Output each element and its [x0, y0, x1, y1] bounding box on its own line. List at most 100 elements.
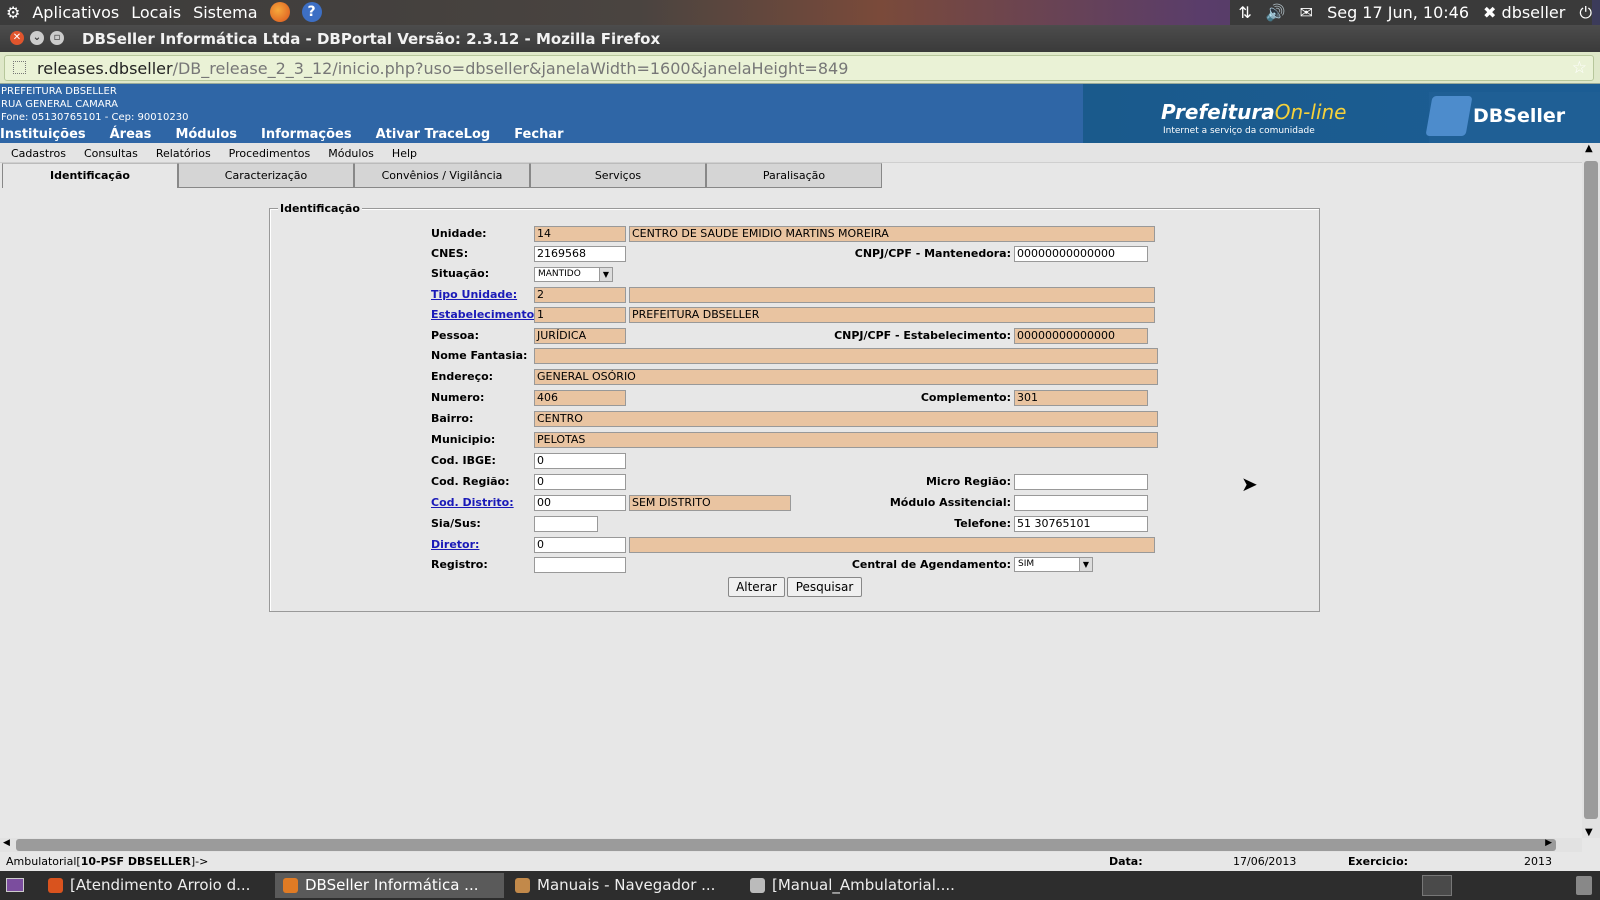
vertical-scroll-thumb[interactable]: [1584, 161, 1598, 819]
label-telefone: Telefone:: [954, 517, 1011, 530]
menu-fechar[interactable]: Fechar: [514, 127, 563, 142]
distrito-nome-field[interactable]: SEM DISTRITO: [629, 495, 791, 511]
menu-modulos[interactable]: Módulos: [175, 127, 237, 142]
submenu-modulos[interactable]: Módulos: [328, 147, 374, 160]
horizontal-scroll-thumb[interactable]: [16, 839, 1556, 851]
show-desktop-icon[interactable]: [6, 878, 24, 892]
mail-icon[interactable]: ✉: [1300, 3, 1313, 22]
chevron-down-icon: ▼: [599, 268, 612, 281]
unidade-field[interactable]: 14: [534, 226, 626, 242]
diretor-field[interactable]: 0: [534, 537, 626, 553]
label-cnes: CNES:: [431, 247, 469, 260]
situacao-select[interactable]: MANTIDO ▼: [534, 267, 613, 282]
municipio-field[interactable]: PELOTAS: [534, 432, 1158, 448]
mouse-cursor-icon: ➤: [1241, 472, 1258, 496]
menu-locais[interactable]: Locais: [131, 3, 181, 22]
menu-informacoes[interactable]: Informações: [261, 127, 352, 142]
endereco-field[interactable]: GENERAL OSÓRIO: [534, 369, 1158, 385]
pesquisar-button[interactable]: Pesquisar: [787, 577, 862, 597]
trash-icon[interactable]: [1576, 876, 1592, 895]
network-icon[interactable]: ⇅: [1238, 3, 1251, 22]
submenu-procedimentos[interactable]: Procedimentos: [229, 147, 311, 160]
complemento-field[interactable]: 301: [1014, 390, 1148, 406]
status-data-label: Data:: [1109, 855, 1143, 868]
tab-caracterizacao[interactable]: Caracterização: [178, 163, 354, 188]
modulo-assistencial-field[interactable]: [1014, 495, 1148, 511]
gnome-menu-icon[interactable]: ⚙: [6, 3, 20, 22]
diretor-nome-field[interactable]: [629, 537, 1155, 553]
task-manual-ambulatorial[interactable]: [Manual_Ambulatorial....: [742, 873, 982, 898]
task-manuais[interactable]: Manuais - Navegador ...: [507, 873, 739, 898]
dbseller-logo: DBSeller: [1425, 92, 1600, 143]
scroll-right-icon[interactable]: ▶: [1545, 838, 1552, 848]
cod-regiao-field[interactable]: 0: [534, 474, 626, 490]
url-field[interactable]: releases.dbseller/DB_release_2_3_12/inic…: [4, 55, 1594, 81]
registro-field[interactable]: [534, 557, 626, 573]
micro-regiao-field[interactable]: [1014, 474, 1148, 490]
estabelecimento-nome-field[interactable]: PREFEITURA DBSELLER: [629, 307, 1155, 323]
numero-field[interactable]: 406: [534, 390, 626, 406]
label-cnpj-mantenedora: CNPJ/CPF - Mantenedora:: [854, 247, 1011, 260]
scroll-left-icon[interactable]: ◀: [3, 838, 10, 848]
unidade-nome-field[interactable]: CENTRO DE SAUDE EMIDIO MARTINS MOREIRA: [629, 226, 1155, 242]
label-numero: Numero:: [431, 391, 485, 404]
sia-sus-field[interactable]: [534, 516, 598, 532]
window-title: DBSeller Informática Ltda - DBPortal Ver…: [82, 30, 661, 48]
firefox-launcher-icon[interactable]: [269, 2, 290, 22]
menu-aplicativos[interactable]: Aplicativos: [32, 3, 119, 22]
scroll-up-icon[interactable]: ▲: [1585, 143, 1593, 154]
user-menu[interactable]: ✖ dbseller: [1483, 3, 1565, 22]
tab-servicos[interactable]: Serviços: [530, 163, 706, 188]
menu-sistema[interactable]: Sistema: [193, 3, 257, 22]
top-panel: ⚙ Aplicativos Locais Sistema ? ⇅ 🔊 ✉ Seg…: [0, 0, 1600, 25]
label-central-agendamento: Central de Agendamento:: [851, 558, 1011, 571]
link-tipo-unidade[interactable]: Tipo Unidade:: [431, 288, 517, 301]
submenu-consultas[interactable]: Consultas: [84, 147, 138, 160]
power-icon[interactable]: ⏻: [1579, 3, 1592, 23]
cod-ibge-field[interactable]: 0: [534, 453, 626, 469]
menu-ativar-tracelog[interactable]: Ativar TraceLog: [376, 127, 491, 142]
alterar-button[interactable]: Alterar: [728, 577, 785, 597]
tab-convenios-vigilancia[interactable]: Convênios / Vigilância: [354, 163, 530, 188]
task-atendimento[interactable]: [Atendimento Arroio d...: [40, 873, 272, 898]
link-estabelecimento[interactable]: Estabelecimento:: [431, 308, 539, 321]
clock[interactable]: Seg 17 Jun, 10:46: [1327, 3, 1469, 22]
cod-distrito-field[interactable]: 00: [534, 495, 626, 511]
tray-firefox-icon[interactable]: [1422, 875, 1452, 896]
submenu-relatorios[interactable]: Relatórios: [156, 147, 211, 160]
horizontal-scrollbar[interactable]: ◀ ▶: [0, 838, 1582, 852]
nome-fantasia-field[interactable]: [534, 348, 1158, 364]
submenu-help[interactable]: Help: [392, 147, 417, 160]
maximize-window-icon[interactable]: ▫: [50, 31, 64, 45]
page-icon: [13, 61, 26, 74]
tipo-unidade-desc-field[interactable]: [629, 287, 1155, 303]
pessoa-field[interactable]: JURÍDICA: [534, 328, 626, 344]
volume-icon[interactable]: 🔊: [1266, 3, 1286, 22]
central-agendamento-select[interactable]: SIM ▼: [1014, 557, 1093, 572]
window-titlebar: ✕ ⌄ ▫ DBSeller Informática Ltda - DBPort…: [0, 25, 1600, 52]
close-window-icon[interactable]: ✕: [10, 31, 24, 45]
minimize-window-icon[interactable]: ⌄: [30, 31, 44, 45]
org-name: PREFEITURA DBSELLER: [1, 86, 117, 97]
bairro-field[interactable]: CENTRO: [534, 411, 1158, 427]
tab-paralisacao[interactable]: Paralisação: [706, 163, 882, 188]
submenu-cadastros[interactable]: Cadastros: [11, 147, 66, 160]
status-data-value: 17/06/2013: [1233, 855, 1297, 868]
link-diretor[interactable]: Diretor:: [431, 538, 479, 551]
telefone-field[interactable]: 51 30765101: [1014, 516, 1148, 532]
help-launcher-icon[interactable]: ?: [301, 2, 322, 22]
menu-instituicoes[interactable]: Instituições: [0, 127, 86, 142]
estabelecimento-field[interactable]: 1: [534, 307, 626, 323]
menu-areas[interactable]: Áreas: [110, 127, 152, 142]
scroll-down-icon[interactable]: ▼: [1585, 827, 1593, 838]
link-cod-distrito[interactable]: Cod. Distrito:: [431, 496, 514, 509]
folder-icon: [515, 878, 530, 893]
task-dbseller[interactable]: DBSeller Informática ...: [275, 873, 504, 898]
cnes-field[interactable]: 2169568: [534, 246, 626, 262]
bookmark-star-icon[interactable]: ☆: [1572, 58, 1587, 78]
tab-identificacao[interactable]: Identificação: [2, 163, 178, 188]
cnpj-mantenedora-field[interactable]: 00000000000000: [1014, 246, 1148, 262]
vertical-scrollbar[interactable]: ▲ ▼: [1582, 143, 1600, 838]
tipo-unidade-field[interactable]: 2: [534, 287, 626, 303]
cnpj-estabelecimento-field[interactable]: 00000000000000: [1014, 328, 1148, 344]
